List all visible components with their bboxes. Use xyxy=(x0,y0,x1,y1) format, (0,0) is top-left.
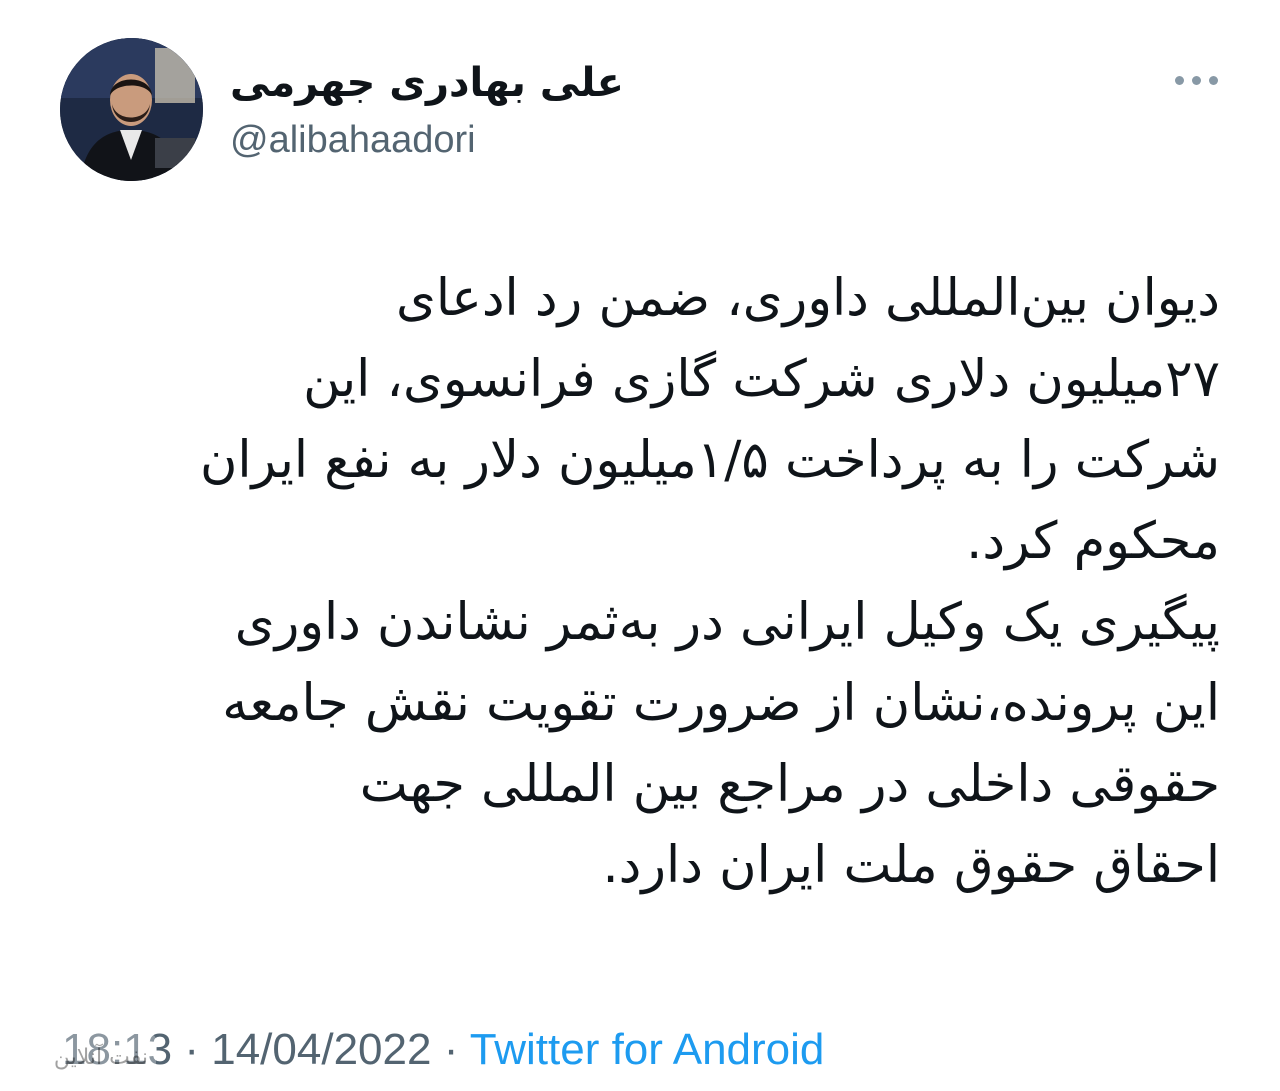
more-button[interactable] xyxy=(1168,62,1224,98)
more-dot xyxy=(1208,75,1218,85)
meta-separator: · xyxy=(443,1025,459,1074)
profile-photo-icon xyxy=(60,38,203,181)
avatar[interactable] xyxy=(60,38,203,181)
tweet-line: ۲۷میلیون دلاری شرکت گازی فرانسوی، این xyxy=(303,350,1220,409)
tweet-line: این پرونده،نشان از ضرورت تقویت نقش جامعه xyxy=(222,674,1220,733)
tweet-source-link[interactable]: Twitter for Android xyxy=(470,1025,825,1074)
more-horizontal-icon xyxy=(1174,75,1218,85)
tweet-line: محکوم کرد. xyxy=(966,512,1220,571)
tweet-line: دیوان بین‌المللی داوری، ضمن رد ادعای xyxy=(395,269,1220,328)
tweet-text: دیوان بین‌المللی داوری، ضمن رد ادعای ۲۷م… xyxy=(60,258,1220,906)
tweet-line: حقوقی داخلی در مراجع بین المللی جهت xyxy=(359,755,1220,814)
tweet-line: شرکت را به پرداخت ۱/۵میلیون دلار به نفع … xyxy=(199,431,1220,490)
tweet-line: پیگیری یک وکیل ایرانی در به‌ثمر نشاندن د… xyxy=(234,593,1220,652)
tweet-line: احقاق حقوق ملت ایران دارد. xyxy=(602,836,1220,895)
watermark-icon: نفت آنلاین xyxy=(10,1034,156,1078)
username[interactable]: @alibahaadori xyxy=(230,115,476,165)
svg-text:نفت آنلاین: نفت آنلاین xyxy=(54,1043,148,1070)
meta-separator: · xyxy=(184,1025,199,1074)
more-dot xyxy=(1191,75,1201,85)
tweet-card: علی بهادری جهرمی @alibahaadori دیوان بین… xyxy=(0,0,1280,1091)
display-name[interactable]: علی بهادری جهرمی xyxy=(230,55,624,111)
tweet-meta: 18:13 · 14/04/2022 · Twitter for Android xyxy=(62,1022,824,1078)
more-dot xyxy=(1174,75,1184,85)
tweet-date[interactable]: 14/04/2022 xyxy=(211,1025,431,1074)
watermark-logo: نفت آنلاین xyxy=(8,1028,158,1084)
